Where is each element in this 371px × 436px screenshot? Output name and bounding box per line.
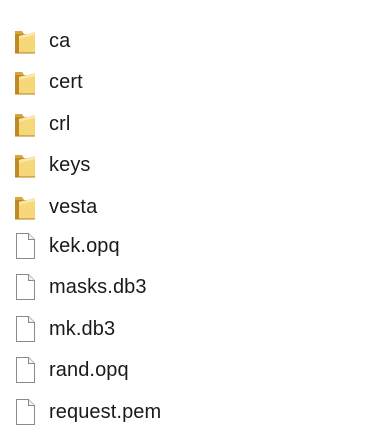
file-item-rand-opq[interactable]: rand.opq <box>10 352 350 388</box>
file-icon <box>12 397 38 427</box>
folder-item-ca[interactable]: ca <box>10 23 350 59</box>
folder-item-crl[interactable]: crl <box>10 106 350 142</box>
item-label: rand.opq <box>49 359 129 381</box>
file-icon <box>12 355 38 385</box>
folder-icon <box>12 192 38 222</box>
folder-icon <box>12 26 38 56</box>
file-icon <box>12 272 38 302</box>
file-item-kek-opq[interactable]: kek.opq <box>10 228 350 264</box>
item-label: masks.db3 <box>49 276 147 298</box>
file-icon <box>12 314 38 344</box>
file-item-masks-db3[interactable]: masks.db3 <box>10 269 350 305</box>
item-label: crl <box>49 113 71 135</box>
item-label: mk.db3 <box>49 318 116 340</box>
folder-item-keys[interactable]: keys <box>10 147 350 183</box>
item-label: cert <box>49 71 83 93</box>
item-label: ca <box>49 30 71 52</box>
item-label: keys <box>49 154 91 176</box>
item-label: request.pem <box>49 401 162 423</box>
folder-icon <box>12 67 38 97</box>
file-item-request-pem[interactable]: request.pem <box>10 394 350 430</box>
folder-item-cert[interactable]: cert <box>10 64 350 100</box>
file-item-mk-db3[interactable]: mk.db3 <box>10 311 350 347</box>
file-list: ca cert crl keys vesta kek.opq masks.db3… <box>0 0 371 436</box>
file-icon <box>12 231 38 261</box>
folder-icon <box>12 150 38 180</box>
item-label: kek.opq <box>49 235 120 257</box>
folder-item-vesta[interactable]: vesta <box>10 189 350 225</box>
folder-icon <box>12 109 38 139</box>
item-label: vesta <box>49 196 98 218</box>
